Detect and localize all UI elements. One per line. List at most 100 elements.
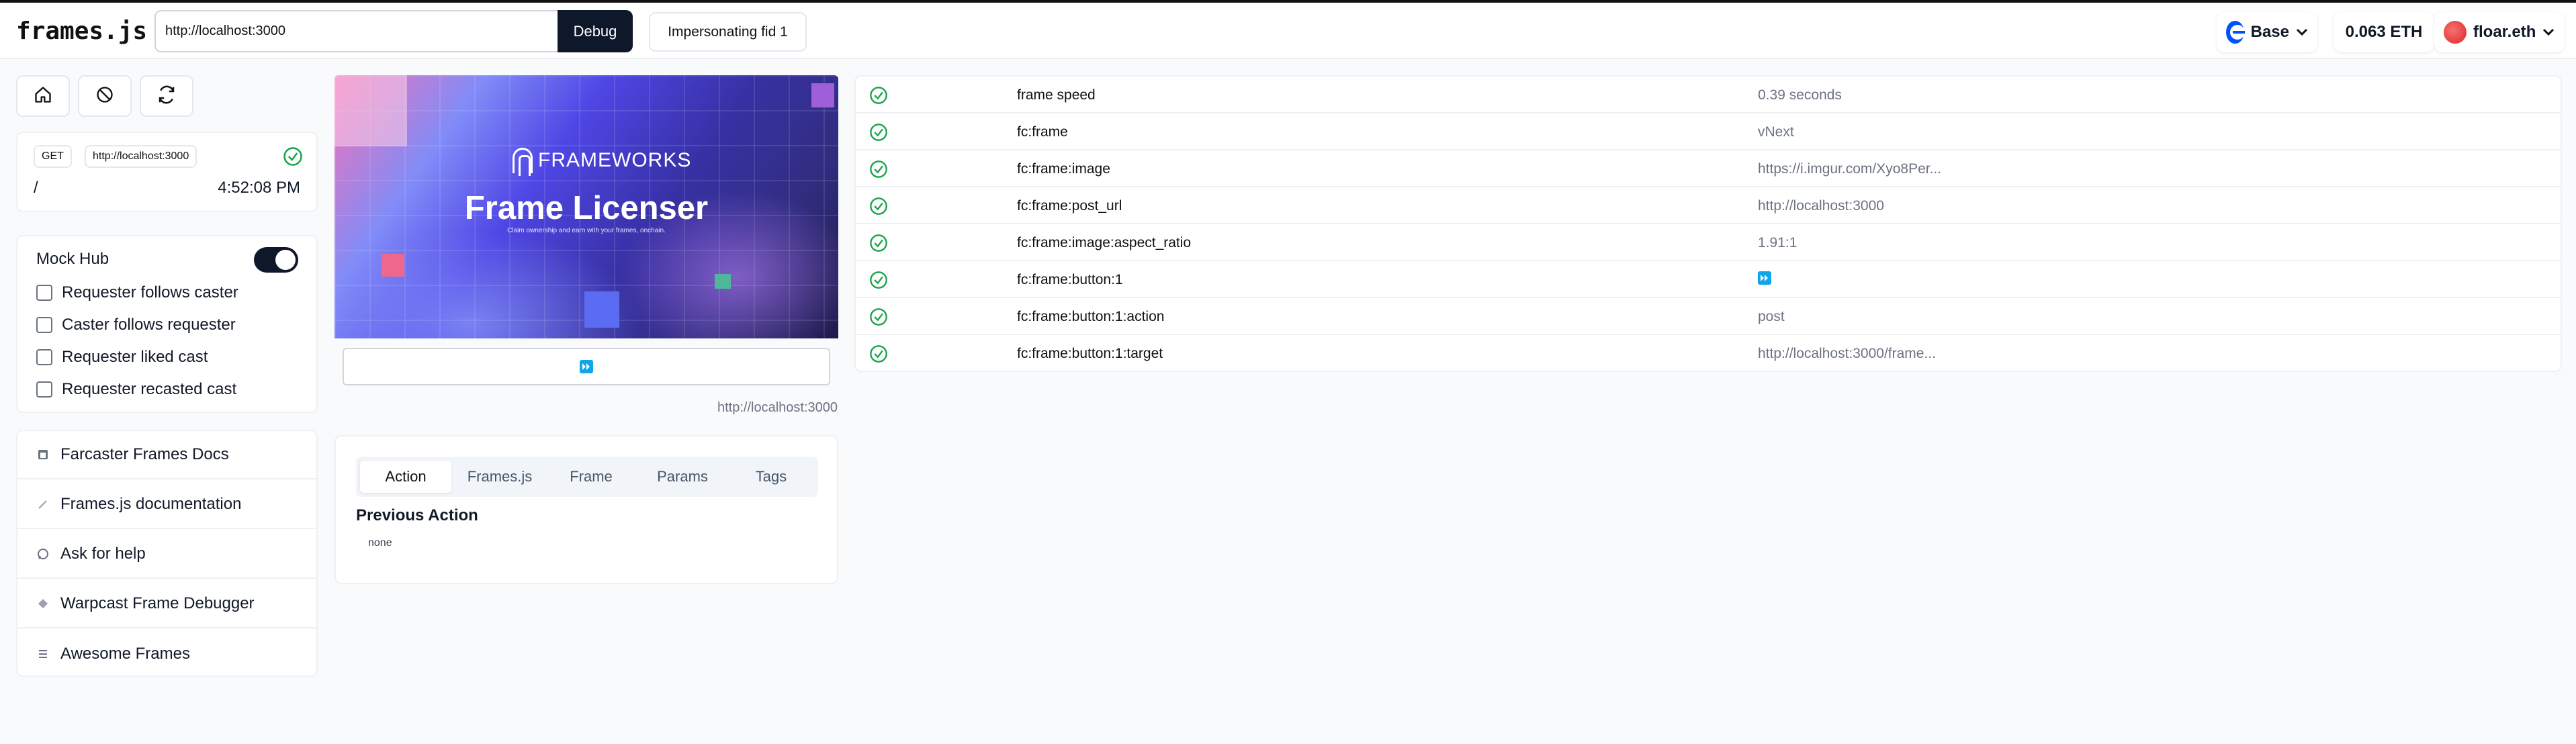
request-path: / xyxy=(34,179,38,197)
link-label: Frames.js documentation xyxy=(60,495,242,513)
fast-forward-icon xyxy=(1758,271,1771,285)
chat-icon xyxy=(36,547,50,561)
home-button[interactable] xyxy=(16,75,70,117)
table-row: frame speed 0.39 seconds xyxy=(856,77,2561,113)
option-requester-follows-caster[interactable]: Requester follows caster xyxy=(36,281,238,305)
link-awesome-frames[interactable]: Awesome Frames xyxy=(17,630,316,678)
request-card[interactable]: GET http://localhost:3000 / 4:52:08 PM xyxy=(16,132,318,212)
frame-action-button[interactable] xyxy=(343,348,830,385)
mock-hub-title: Mock Hub xyxy=(36,250,109,268)
property-key: fc:frame:button:1:target xyxy=(1017,346,1163,361)
debug-button[interactable]: Debug xyxy=(558,10,633,52)
header-bar: frames.js Debug Impersonating fid 1 Base… xyxy=(0,3,2576,59)
previous-action-value: none xyxy=(368,537,392,549)
table-row: fc:frame:post_url http://localhost:3000 xyxy=(856,187,2561,224)
decor-square xyxy=(715,274,731,289)
tab-tags[interactable]: Tags xyxy=(728,461,814,493)
list-icon xyxy=(36,647,50,661)
pencil-icon xyxy=(36,498,50,511)
property-key: fc:frame:button:1 xyxy=(1017,272,1123,287)
avatar xyxy=(2444,21,2467,44)
frame-properties-table: frame speed 0.39 seconds fc:frame vNext … xyxy=(854,75,2562,372)
previous-action-title: Previous Action xyxy=(356,506,478,524)
checkbox[interactable] xyxy=(36,285,52,301)
table-row: fc:frame vNext xyxy=(856,113,2561,150)
farcaster-icon xyxy=(36,448,50,461)
mock-hub-card: Mock Hub Requester follows caster Caster… xyxy=(16,235,318,413)
check-circle-icon xyxy=(869,123,888,145)
frame-title: Frame Licenser xyxy=(464,190,709,226)
link-label: Farcaster Frames Docs xyxy=(60,445,229,463)
link-label: Ask for help xyxy=(60,545,146,563)
tab-frame[interactable]: Frame xyxy=(545,461,637,493)
tab-framesjs[interactable]: Frames.js xyxy=(454,461,545,493)
chevron-down-icon xyxy=(2542,26,2555,40)
frame-brand: FRAMEWORKS xyxy=(538,149,692,171)
check-circle-icon xyxy=(869,308,888,330)
network-selector[interactable]: Base xyxy=(2217,12,2317,52)
property-value: https://i.imgur.com/Xyo8Per... xyxy=(1758,161,1942,177)
home-icon xyxy=(34,85,52,107)
property-key: fc:frame:button:1:action xyxy=(1017,309,1165,324)
link-label: Awesome Frames xyxy=(60,645,190,663)
link-warpcast-debugger[interactable]: Warpcast Frame Debugger xyxy=(17,580,316,629)
option-label: Requester follows caster xyxy=(62,283,238,301)
table-row: fc:frame:button:1:target http://localhos… xyxy=(856,335,2561,372)
account-button[interactable]: floar.eth xyxy=(2434,12,2565,52)
mock-hub-toggle[interactable] xyxy=(254,247,298,273)
link-ask-for-help[interactable]: Ask for help xyxy=(17,530,316,579)
tab-list: Action Frames.js Frame Params Tags xyxy=(356,457,818,497)
option-caster-follows-requester[interactable]: Caster follows requester xyxy=(36,313,236,337)
ban-icon xyxy=(95,85,114,107)
url-input[interactable] xyxy=(154,10,559,52)
refresh-icon xyxy=(157,85,177,108)
property-key: fc:frame:image xyxy=(1017,161,1110,177)
option-label: Requester recasted cast xyxy=(62,380,237,398)
property-value: http://localhost:3000 xyxy=(1758,198,1884,214)
request-url-badge: http://localhost:3000 xyxy=(85,145,197,168)
property-value xyxy=(1758,271,1771,285)
option-label: Caster follows requester xyxy=(62,316,236,334)
frameworks-arch-icon xyxy=(513,148,533,176)
fast-forward-icon xyxy=(580,360,593,373)
check-circle-icon xyxy=(869,197,888,219)
property-value: 1.91:1 xyxy=(1758,235,1797,250)
base-network-icon xyxy=(2226,21,2245,44)
impersonating-button[interactable]: Impersonating fid 1 xyxy=(649,12,807,52)
diamond-icon xyxy=(36,597,50,610)
resource-links: Farcaster Frames Docs Frames.js document… xyxy=(16,430,318,677)
check-circle-icon xyxy=(869,160,888,182)
decor-square xyxy=(382,254,404,277)
link-label: Warpcast Frame Debugger xyxy=(60,594,255,612)
table-row: fc:frame:button:1:action post xyxy=(856,298,2561,335)
property-value: http://localhost:3000/frame... xyxy=(1758,346,1936,361)
check-circle-icon xyxy=(869,234,888,256)
inspector-tabs-card: Action Frames.js Frame Params Tags Previ… xyxy=(335,435,838,584)
link-framesjs-docs[interactable]: Frames.js documentation xyxy=(17,481,316,529)
request-time: 4:52:08 PM xyxy=(218,179,300,197)
user-label: floar.eth xyxy=(2473,23,2536,41)
property-key: frame speed xyxy=(1017,87,1096,103)
clear-button[interactable] xyxy=(78,75,132,117)
tab-action[interactable]: Action xyxy=(360,461,451,493)
frame-url: http://localhost:3000 xyxy=(717,400,838,415)
option-requester-recasted-cast[interactable]: Requester recasted cast xyxy=(36,377,236,402)
refresh-button[interactable] xyxy=(140,75,193,117)
checkbox[interactable] xyxy=(36,349,52,365)
tab-params[interactable]: Params xyxy=(637,461,728,493)
check-circle-icon xyxy=(869,86,888,108)
balance-label: 0.063 ETH xyxy=(2345,23,2423,41)
network-label: Base xyxy=(2250,23,2289,41)
check-circle-icon xyxy=(869,271,888,293)
frame-subtitle: Claim ownership and earn with your frame… xyxy=(507,227,666,234)
chevron-down-icon xyxy=(2296,26,2308,40)
balance-button[interactable]: 0.063 ETH xyxy=(2334,12,2434,52)
link-farcaster-docs[interactable]: Farcaster Frames Docs xyxy=(17,431,316,479)
table-row: fc:frame:image https://i.imgur.com/Xyo8P… xyxy=(856,150,2561,187)
check-circle-icon xyxy=(869,344,888,367)
option-requester-liked-cast[interactable]: Requester liked cast xyxy=(36,345,208,369)
checkbox[interactable] xyxy=(36,317,52,333)
decor-square xyxy=(335,75,407,146)
checkbox[interactable] xyxy=(36,381,52,398)
check-circle-icon xyxy=(283,146,303,170)
